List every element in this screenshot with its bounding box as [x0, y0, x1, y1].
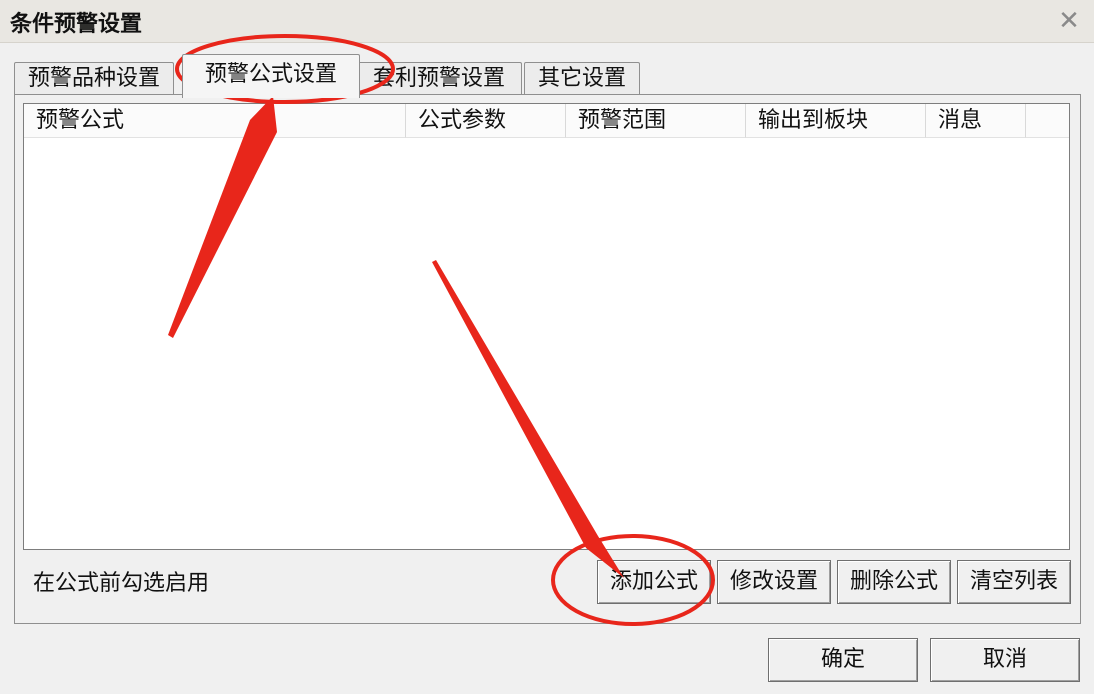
title-bar[interactable]: 条件预警设置 ✕	[0, 0, 1094, 43]
column-header-formula[interactable]: 预警公式	[24, 104, 406, 138]
clear-list-button[interactable]: 清空列表	[957, 560, 1071, 604]
add-formula-button[interactable]: 添加公式	[597, 560, 711, 604]
cancel-button[interactable]: 取消	[930, 638, 1080, 682]
tab-other-settings[interactable]: 其它设置	[524, 62, 640, 96]
column-header-output-block[interactable]: 输出到板块	[746, 104, 926, 138]
column-header-message[interactable]: 消息	[926, 104, 1026, 138]
alert-settings-dialog: 条件预警设置 ✕ 预警品种设置 预警公式设置 套利预警设置 其它设置 预警公式 …	[0, 0, 1094, 694]
enable-hint: 在公式前勾选启用	[33, 571, 210, 596]
dialog-title: 条件预警设置	[10, 12, 143, 37]
formula-settings-panel: 预警公式 公式参数 预警范围 输出到板块 消息 在公式前勾选启用 添加公式 修改…	[14, 94, 1081, 624]
tab-arbitrage-settings[interactable]: 套利预警设置	[356, 62, 522, 96]
column-header-params[interactable]: 公式参数	[406, 104, 566, 138]
ok-button[interactable]: 确定	[768, 638, 918, 682]
modify-settings-button[interactable]: 修改设置	[717, 560, 831, 604]
column-header-filler	[1026, 104, 1069, 138]
formula-list[interactable]: 预警公式 公式参数 预警范围 输出到板块 消息	[23, 103, 1070, 550]
column-header-range[interactable]: 预警范围	[566, 104, 746, 138]
tab-formula-settings[interactable]: 预警公式设置	[182, 54, 360, 98]
list-header: 预警公式 公式参数 预警范围 输出到板块 消息	[24, 104, 1069, 138]
close-icon[interactable]: ✕	[1052, 4, 1086, 38]
tab-variety-settings[interactable]: 预警品种设置	[14, 62, 174, 96]
delete-formula-button[interactable]: 删除公式	[837, 560, 951, 604]
